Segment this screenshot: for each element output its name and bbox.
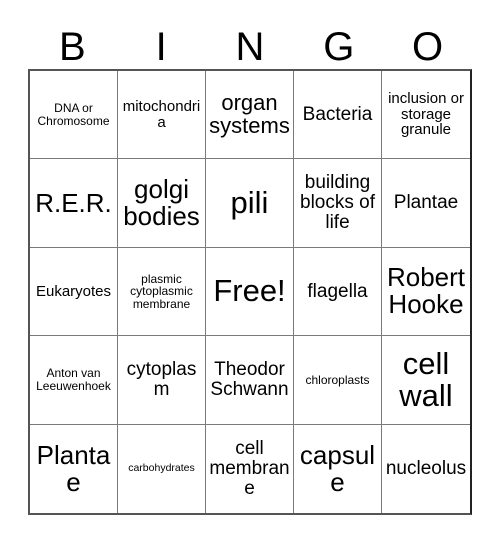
bingo-header-letter-n: N (235, 25, 265, 69)
bingo-cell[interactable]: Robert Hooke (382, 247, 470, 337)
bingo-cell-label: chloroplasts (305, 372, 370, 387)
bingo-free-space[interactable]: Free! (206, 247, 294, 337)
bingo-cell[interactable]: Plantae (382, 159, 470, 248)
bingo-cell[interactable]: inclusion or storage granule (382, 71, 470, 160)
bingo-cell[interactable]: nucleolus (382, 424, 470, 513)
bingo-cell[interactable]: R.E.R. (30, 159, 118, 248)
bingo-cell-label: cell wall (399, 345, 453, 413)
bingo-card: B I N G O DNA or Chromosome mitochondria o… (28, 12, 472, 516)
bingo-cell-label: Robert Hooke (386, 262, 466, 320)
bingo-header-letter-b: B (59, 25, 86, 69)
bingo-cell[interactable]: capsule (294, 424, 382, 513)
bingo-cell-label: inclusion or storage granule (388, 90, 464, 139)
bingo-cell[interactable]: DNA or Chromosome (30, 71, 118, 160)
bingo-cell-label: Theodor Schwann (210, 359, 289, 400)
bingo-cell-label: nucleolus (385, 457, 467, 479)
bingo-cell[interactable]: cytoplasm (118, 336, 206, 425)
bingo-cell[interactable]: mitochondria (118, 71, 206, 160)
bingo-header-letter-o: O (412, 25, 444, 69)
bingo-header-letter-i: I (155, 25, 167, 69)
bingo-cell[interactable]: Bacteria (294, 71, 382, 160)
bingo-header-row: B I N G O (28, 12, 472, 69)
bingo-cell-label: pili (230, 184, 269, 220)
bingo-cell-label: flagella (307, 280, 368, 302)
bingo-cell[interactable]: golgi bodies (118, 159, 206, 248)
bingo-cell-label: Plantae (36, 439, 111, 497)
bingo-cell[interactable]: Eukaryotes (30, 247, 118, 337)
bingo-cell-label: building blocks of life (300, 172, 375, 233)
bingo-cell-label: Free! (213, 273, 286, 309)
bingo-cell-label: capsule (299, 439, 376, 497)
bingo-cell[interactable]: Anton van Leeuwenhoek (30, 336, 118, 425)
bingo-cell[interactable]: pili (206, 159, 294, 248)
bingo-cell[interactable]: plasmic cytoplasmic membrane (118, 247, 206, 337)
bingo-cell-label: plasmic cytoplasmic membrane (130, 271, 193, 311)
bingo-cell[interactable]: flagella (294, 247, 382, 337)
bingo-cell-label: carbohydrates (128, 462, 195, 475)
bingo-cell-label: Anton van Leeuwenhoek (36, 366, 111, 393)
bingo-cell-label: Bacteria (302, 103, 373, 125)
bingo-cell[interactable]: carbohydrates (118, 424, 206, 513)
bingo-cell-label: cytoplasm (126, 359, 197, 400)
bingo-cell-label: mitochondria (122, 98, 201, 131)
bingo-cell[interactable]: building blocks of life (294, 159, 382, 248)
bingo-cell[interactable]: chloroplasts (294, 336, 382, 425)
bingo-cell-label: golgi bodies (123, 174, 200, 232)
bingo-cell[interactable]: organ systems (206, 71, 294, 160)
bingo-cell-label: organ systems (209, 89, 290, 138)
bingo-cell-label: Eukaryotes (35, 282, 112, 300)
bingo-header-letter-g: G (323, 25, 355, 69)
bingo-cell[interactable]: Theodor Schwann (206, 336, 294, 425)
bingo-cell-label: cell membrane (209, 438, 290, 499)
bingo-grid: DNA or Chromosome mitochondria organ syste… (28, 69, 472, 515)
bingo-cell[interactable]: cell wall (382, 336, 470, 425)
bingo-cell[interactable]: cell membrane (206, 424, 294, 513)
bingo-cell-label: R.E.R. (35, 187, 112, 218)
bingo-cell-label: DNA or Chromosome (37, 101, 110, 128)
bingo-cell-label: Plantae (393, 192, 459, 214)
bingo-cell[interactable]: Plantae (30, 424, 118, 513)
